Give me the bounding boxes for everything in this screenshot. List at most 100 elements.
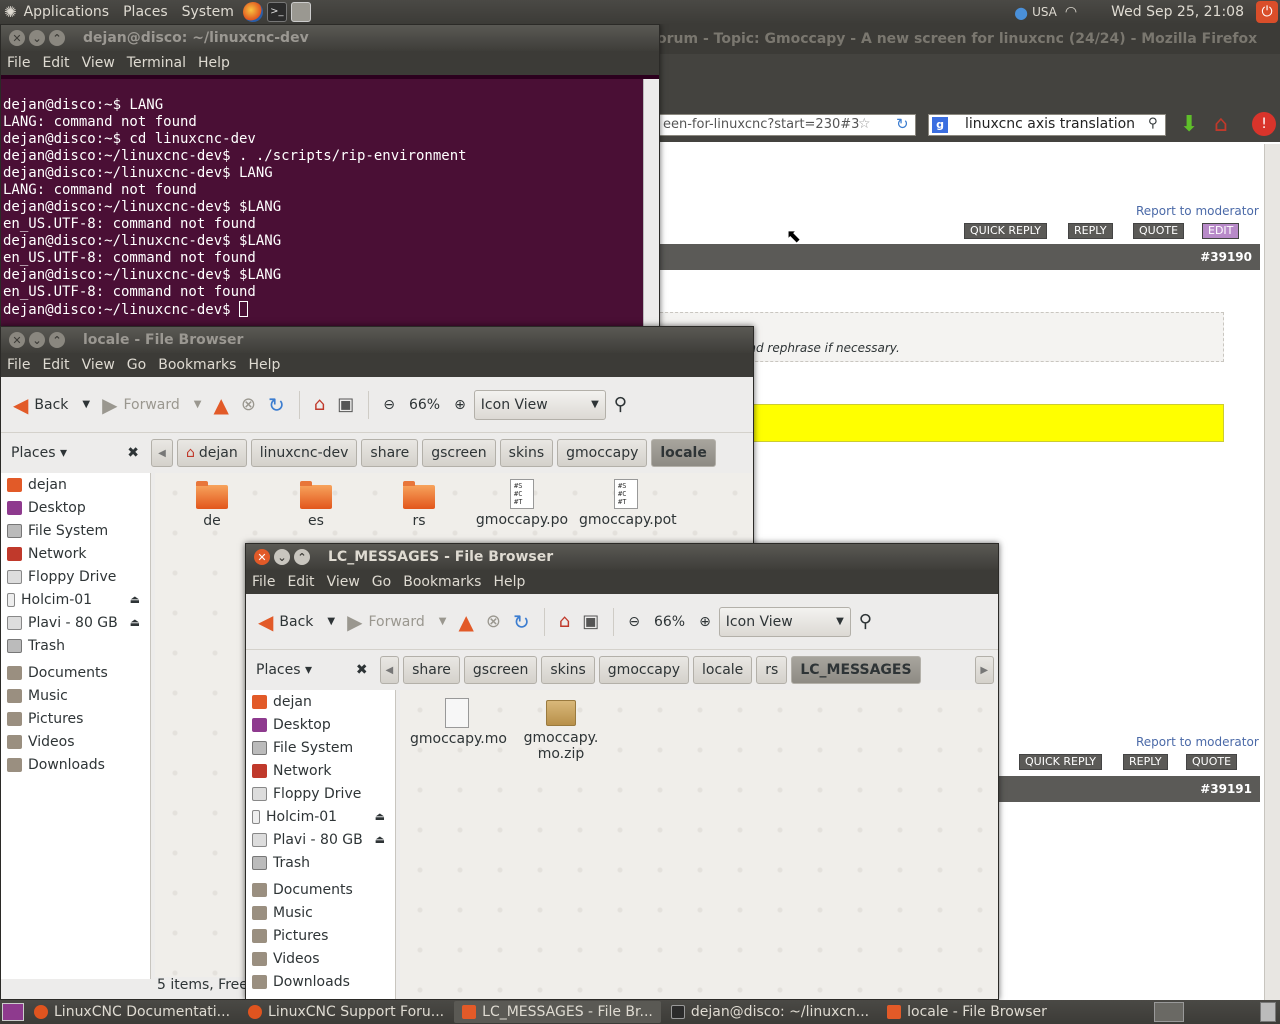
file-item-de[interactable]: de — [165, 481, 259, 529]
menu-help[interactable]: Help — [487, 574, 531, 590]
sidebar-item-videos[interactable]: Videos — [246, 947, 395, 970]
sidebar-item-floppy[interactable]: Floppy Drive — [1, 565, 150, 588]
file-item-gmoccapy-pot[interactable]: #S #C #T gmoccapy.pot — [579, 479, 677, 528]
sidebar-item-documents[interactable]: Documents — [1, 661, 150, 684]
home-button[interactable]: ⌂ — [310, 390, 329, 419]
search-query[interactable]: linuxcnc axis translation — [965, 116, 1135, 132]
sidebar-item-plavi[interactable]: Plavi - 80 GB ⏏ — [246, 828, 395, 851]
bookmark-star-icon[interactable]: ☆ — [858, 116, 871, 132]
crumb-locale[interactable]: locale — [693, 656, 753, 684]
zoom-in-button[interactable]: ⊕ — [695, 610, 715, 634]
maximize-icon[interactable]: ⌃ — [294, 549, 310, 565]
crumb-lc-messages[interactable]: LC_MESSAGES — [791, 656, 921, 684]
view-mode-select[interactable]: Icon View ▼ — [718, 606, 851, 637]
places-dropdown[interactable]: Places ▾ — [11, 445, 67, 461]
crumb-scroll-left[interactable]: ◀ — [379, 656, 400, 684]
close-icon[interactable]: ✕ — [254, 549, 270, 565]
minimize-icon[interactable]: ⌄ — [29, 30, 45, 46]
stop-button[interactable]: ⊗ — [237, 390, 260, 419]
up-button[interactable]: ▲ — [210, 389, 233, 421]
sidebar-item-downloads[interactable]: Downloads — [1, 753, 150, 776]
task-linuxcnc-forum[interactable]: LinuxCNC Support Foru... — [240, 1001, 452, 1023]
crumb-gscreen[interactable]: gscreen — [463, 656, 538, 684]
dropdown-arrow-icon[interactable]: ▼ — [194, 399, 202, 410]
crumb-share[interactable]: share — [361, 439, 419, 467]
eject-icon[interactable]: ⏏ — [375, 833, 385, 846]
terminal-prompt-line[interactable]: dejan@disco:~/linuxcnc-dev$ — [3, 301, 643, 319]
ubuntu-logo-icon[interactable]: ✺ — [4, 3, 17, 21]
menu-file[interactable]: File — [246, 574, 281, 590]
close-sidebar-icon[interactable]: ✖ — [356, 662, 368, 678]
terminal-scrollbar[interactable] — [643, 79, 659, 341]
search-button[interactable]: ⚲ — [855, 607, 876, 636]
computer-button[interactable]: ▣ — [578, 607, 603, 636]
reload-icon[interactable]: ↻ — [896, 115, 909, 133]
keyboard-layout[interactable]: USA — [1032, 5, 1057, 19]
keyboard-layout-icon[interactable]: ● — [1014, 3, 1028, 22]
menu-go[interactable]: Go — [121, 357, 152, 373]
terminal-titlebar[interactable]: ✕ ⌄ ⌃ dejan@disco: ~/linuxcnc-dev — [1, 25, 659, 51]
forward-button[interactable]: ▶ Forward ▼ — [343, 606, 450, 638]
menu-edit[interactable]: Edit — [281, 574, 320, 590]
close-icon[interactable]: ✕ — [9, 332, 25, 348]
clock[interactable]: Wed Sep 25, 21:08 — [1111, 4, 1244, 20]
task-lc-messages[interactable]: LC_MESSAGES - File Br... — [454, 1001, 661, 1023]
view-mode-select[interactable]: Icon View ▼ — [473, 389, 606, 420]
maximize-icon[interactable]: ⌃ — [49, 332, 65, 348]
file-item-gmoccapy-mo[interactable]: gmoccapy.mo — [410, 698, 507, 747]
sidebar-item-dejan[interactable]: dejan — [1, 473, 150, 496]
minimize-icon[interactable]: ⌄ — [29, 332, 45, 348]
sidebar-item-file-system[interactable]: File System — [246, 736, 395, 759]
sidebar-item-dejan[interactable]: dejan — [246, 690, 395, 713]
crumb-gmoccapy[interactable]: gmoccapy — [598, 656, 690, 684]
home-icon[interactable]: ⌂ — [1214, 112, 1228, 137]
quote-button-2[interactable]: QUOTE — [1186, 754, 1238, 770]
menu-bookmarks[interactable]: Bookmarks — [397, 574, 487, 590]
close-sidebar-icon[interactable]: ✖ — [127, 445, 139, 461]
file-item-gmoccapy-po[interactable]: #S #C #T gmoccapy.po — [475, 479, 569, 528]
home-button[interactable]: ⌂ — [555, 607, 574, 636]
eject-icon[interactable]: ⏏ — [130, 593, 140, 606]
file-item-es[interactable]: es — [269, 481, 363, 529]
show-desktop-icon[interactable] — [2, 1003, 24, 1021]
places-dropdown[interactable]: Places ▾ — [256, 662, 312, 678]
firefox-url-bar[interactable]: een-for-linuxcnc?start=230#3 — [658, 114, 916, 136]
terminal-menu-help[interactable]: Help — [192, 55, 236, 71]
crumb-scroll-left[interactable]: ◀ — [151, 439, 173, 467]
report-moderator-link-1[interactable]: Report to moderator — [1136, 204, 1259, 218]
firefox-scrollbar[interactable] — [1264, 144, 1280, 1000]
reload-button[interactable]: ↻ — [509, 606, 534, 638]
dropdown-arrow-icon[interactable]: ▼ — [439, 616, 447, 627]
crumb-share[interactable]: share — [403, 656, 460, 684]
back-button[interactable]: ◀ Back ▼ — [9, 389, 94, 421]
menu-view[interactable]: View — [321, 574, 366, 590]
calculator-launcher-icon[interactable] — [290, 2, 311, 22]
reload-button[interactable]: ↻ — [264, 389, 289, 421]
sidebar-item-trash[interactable]: Trash — [246, 851, 395, 874]
sidebar-item-file-system[interactable]: File System — [1, 519, 150, 542]
terminal-menu-edit[interactable]: Edit — [36, 55, 75, 71]
file-item-rs[interactable]: rs — [372, 481, 466, 529]
sidebar-item-downloads[interactable]: Downloads — [246, 970, 395, 993]
post-id-1[interactable]: #39190 — [1200, 250, 1252, 264]
eject-icon[interactable]: ⏏ — [375, 810, 385, 823]
wifi-icon[interactable]: ◠ — [1065, 4, 1077, 20]
locale-titlebar[interactable]: ✕ ⌄ ⌃ locale - File Browser — [1, 327, 753, 353]
sidebar-item-floppy[interactable]: Floppy Drive — [246, 782, 395, 805]
terminal-menu-terminal[interactable]: Terminal — [121, 55, 192, 71]
sidebar-item-holcim[interactable]: Holcim-01 ⏏ — [1, 588, 150, 611]
firefox-search-bar[interactable]: linuxcnc axis translation — [928, 114, 1166, 136]
terminal-menu-file[interactable]: File — [1, 55, 36, 71]
dropdown-arrow-icon[interactable]: ▼ — [327, 616, 335, 627]
menu-edit[interactable]: Edit — [36, 357, 75, 373]
forward-button[interactable]: ▶ Forward ▼ — [98, 389, 205, 421]
crumb-gmoccapy[interactable]: gmoccapy — [557, 439, 648, 467]
google-search-engine-icon[interactable]: g — [932, 117, 948, 133]
crumb-skins[interactable]: skins — [541, 656, 595, 684]
crumb-dejan[interactable]: ⌂ dejan — [177, 439, 247, 467]
sidebar-item-holcim[interactable]: Holcim-01 ⏏ — [246, 805, 395, 828]
zoom-in-button[interactable]: ⊕ — [450, 393, 470, 417]
lc-titlebar[interactable]: ✕ ⌄ ⌃ LC_MESSAGES - File Browser — [246, 544, 998, 570]
sidebar-item-plavi[interactable]: Plavi - 80 GB ⏏ — [1, 611, 150, 634]
sidebar-item-network[interactable]: Network — [1, 542, 150, 565]
